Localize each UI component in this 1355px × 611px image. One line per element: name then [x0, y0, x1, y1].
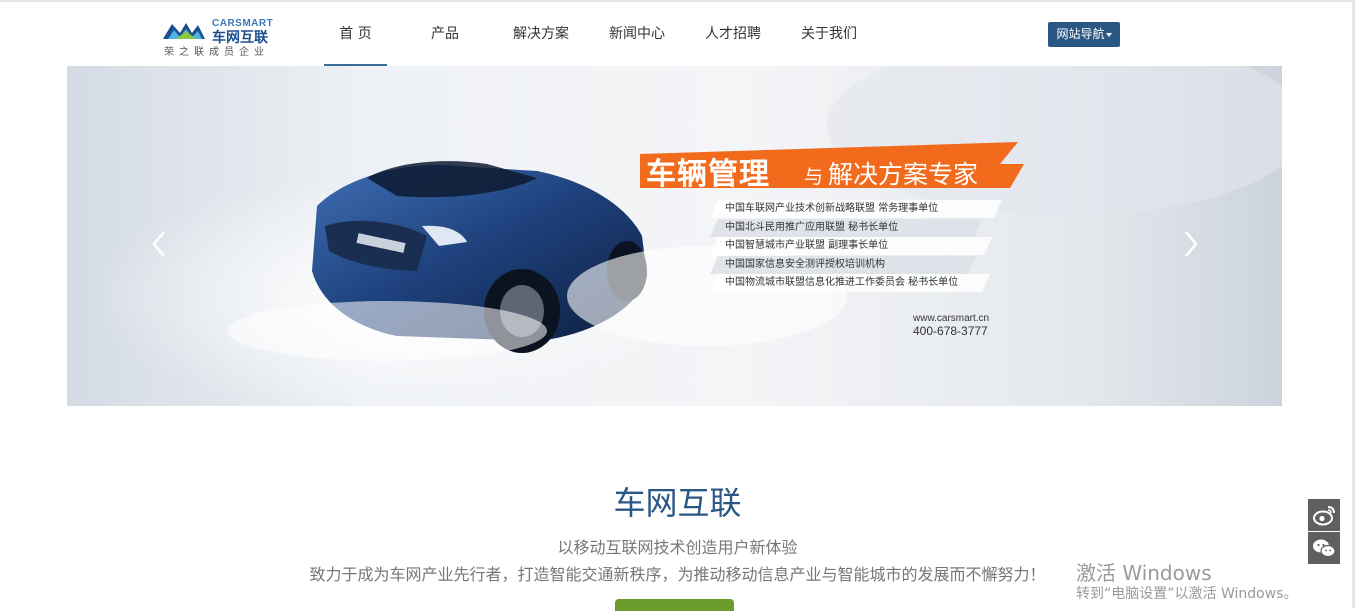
- nav-item-products[interactable]: 产品: [418, 2, 472, 65]
- windows-watermark-subtitle: 转到“电脑设置”以激活 Windows。: [1076, 586, 1298, 602]
- banner-website: www.carsmart.cn: [913, 313, 990, 324]
- windows-watermark-title: 激活 Windows: [1076, 561, 1212, 585]
- logo-tagline: 荣之联成员企业: [164, 47, 269, 58]
- carousel-next-arrow-icon[interactable]: [1179, 224, 1203, 264]
- intro-action-button[interactable]: [615, 599, 734, 611]
- caret-down-icon: [1105, 32, 1112, 37]
- intro-subtitle: 以移动互联网技术创造用户新体验: [557, 538, 798, 557]
- banner-phone: 400-678-3777: [913, 324, 988, 338]
- weibo-icon: [1313, 506, 1335, 526]
- carousel-prev-arrow-icon[interactable]: [147, 224, 171, 264]
- hero-banner: 车辆管理 与 解决方案专家 中国车联网产业技术创新战略联盟 常务理事单位 中国北…: [67, 66, 1282, 406]
- site-nav-button[interactable]: 网站导航: [1048, 22, 1120, 47]
- wechat-button[interactable]: [1308, 532, 1340, 564]
- membership-row: 中国国家信息安全测评授权培训机构: [700, 256, 976, 274]
- membership-row: 中国北斗民用推广应用联盟 秘书长单位: [700, 219, 982, 237]
- membership-row: 中国物流城市联盟信息化推进工作委员会 秘书长单位: [700, 274, 990, 292]
- membership-row: 中国车联网产业技术创新战略联盟 常务理事单位: [700, 200, 1002, 218]
- intro-title: 车网互联: [613, 484, 742, 522]
- nav-item-home[interactable]: 首 页: [324, 2, 387, 65]
- wechat-icon: [1313, 539, 1336, 558]
- weibo-button[interactable]: [1308, 499, 1340, 531]
- membership-row: 中国智慧城市产业联盟 副理事长单位: [700, 237, 992, 255]
- banner-headline-rest: 解决方案专家: [828, 160, 979, 189]
- nav-item-careers[interactable]: 人才招聘: [700, 2, 766, 65]
- logo[interactable]: CARSMART 车网互联 荣之联成员企业: [160, 17, 280, 58]
- site-header: CARSMART 车网互联 荣之联成员企业 首 页 产品 解决方案 新闻中心 人…: [0, 2, 1355, 66]
- site-nav-label: 网站导航: [1056, 27, 1105, 41]
- nav-item-solutions[interactable]: 解决方案: [508, 2, 574, 65]
- nav-item-about[interactable]: 关于我们: [796, 2, 862, 65]
- banner-headline: 车辆管理: [646, 157, 770, 192]
- banner-car-image: [87, 66, 1282, 406]
- nav-item-news[interactable]: 新闻中心: [604, 2, 670, 65]
- carsmart-logo-icon: [163, 23, 205, 39]
- banner-headline-yu: 与: [804, 166, 824, 188]
